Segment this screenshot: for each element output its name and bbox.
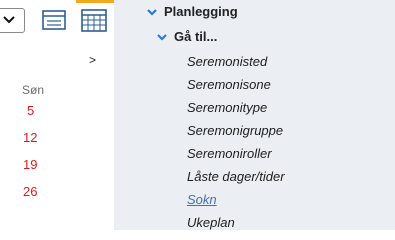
chevron-down-icon bbox=[157, 33, 167, 41]
week-view-icon[interactable] bbox=[42, 9, 66, 31]
nav-link-seremonitype[interactable]: Seremonitype bbox=[187, 100, 267, 115]
calendar-day[interactable]: 26 bbox=[23, 184, 37, 199]
day-header-sunday: Søn bbox=[22, 83, 45, 97]
chevron-down-icon bbox=[3, 16, 15, 24]
calendar-panel: > Søn 5 12 19 26 bbox=[0, 0, 114, 230]
nav-link-sokn[interactable]: Sokn bbox=[187, 192, 217, 207]
nav-link-seremonisone[interactable]: Seremonisone bbox=[187, 77, 271, 92]
nav-link-seremonisted[interactable]: Seremonisted bbox=[187, 54, 267, 69]
nav-link-laste-dager-tider[interactable]: Låste dager/tider bbox=[187, 169, 285, 184]
nav-link-seremoniroller[interactable]: Seremoniroller bbox=[187, 146, 272, 161]
calendar-day[interactable]: 19 bbox=[23, 157, 37, 172]
subsection-ga-til[interactable]: Gå til... bbox=[156, 29, 217, 44]
active-view-indicator bbox=[76, 0, 114, 3]
navigation-tree: Planlegging Gå til... Seremonisted Serem… bbox=[114, 0, 395, 230]
nav-link-ukeplan[interactable]: Ukeplan bbox=[187, 215, 235, 230]
section-planlegging[interactable]: Planlegging bbox=[146, 4, 238, 19]
section-label: Planlegging bbox=[164, 4, 238, 19]
chevron-down-icon bbox=[147, 8, 157, 16]
subsection-label: Gå til... bbox=[174, 29, 218, 44]
month-view-icon[interactable] bbox=[80, 6, 108, 34]
view-select[interactable] bbox=[0, 8, 25, 33]
calendar-day[interactable]: 5 bbox=[27, 103, 34, 118]
nav-link-seremonigruppe[interactable]: Seremonigruppe bbox=[187, 123, 283, 138]
next-month-button[interactable]: > bbox=[89, 53, 96, 67]
calendar-day[interactable]: 12 bbox=[23, 130, 37, 145]
